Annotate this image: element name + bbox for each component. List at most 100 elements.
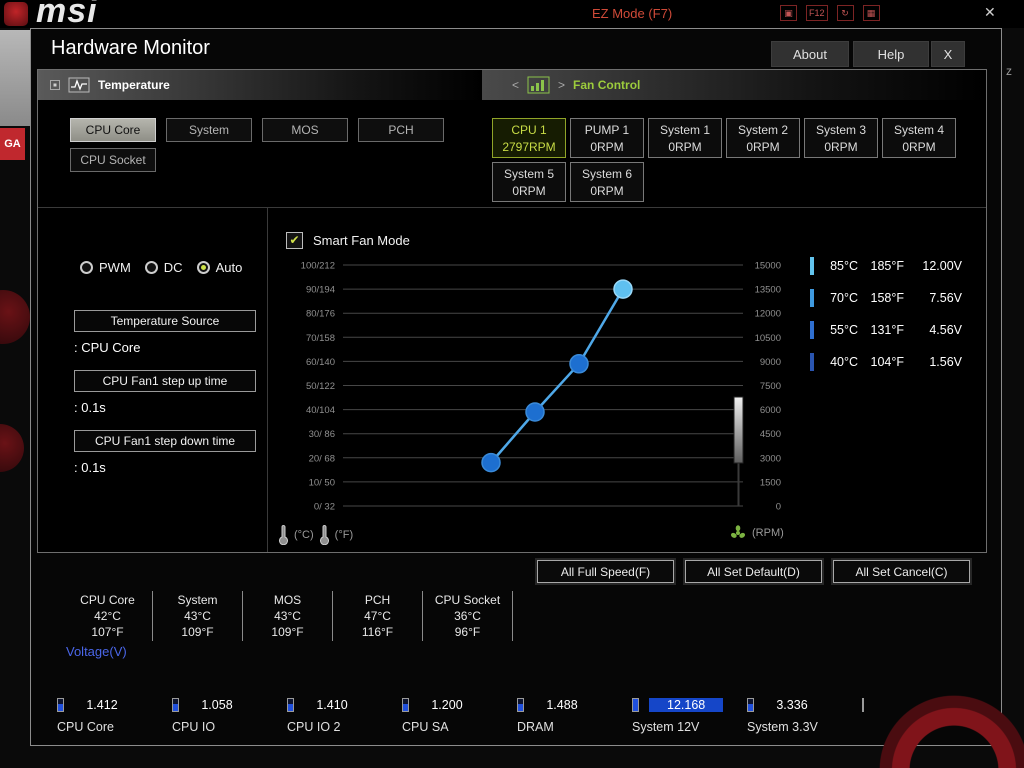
bios-screen: msi EZ Mode (F7) ▣ F12 ↻ ▦ ✕ GA z Hardware …	[0, 0, 1024, 768]
msi-logo: msi	[36, 0, 98, 28]
voltage-value: 1.412	[86, 698, 118, 712]
fan-mode-dc[interactable]: DC	[144, 260, 183, 275]
fan-curve-point-1[interactable]	[525, 402, 545, 422]
fan-mode-auto[interactable]: Auto	[196, 260, 243, 275]
svg-text:90/194: 90/194	[306, 285, 335, 296]
topbar-icon-3[interactable]: ▦	[862, 5, 880, 21]
setting-value: : 0.1s	[74, 460, 106, 475]
voltage-section-label: Voltage(V)	[66, 644, 127, 659]
voltage-bar-icon	[517, 698, 524, 712]
temperature-header: Temperature	[38, 70, 482, 100]
voltage-value: 12.168	[649, 698, 724, 712]
svg-text:60/140: 60/140	[306, 357, 335, 368]
voltage-name: CPU Core	[57, 720, 114, 734]
all-set-default-button[interactable]: All Set Default(D)	[685, 560, 822, 583]
fan-curve-line	[490, 288, 625, 464]
voltage-name: CPU SA	[402, 720, 449, 734]
svg-text:0: 0	[776, 502, 781, 513]
temp-tab-pch[interactable]: PCH	[358, 118, 444, 142]
temp-tab-cpu-socket[interactable]: CPU Socket	[70, 148, 156, 172]
voltage-bar-icon	[57, 698, 64, 712]
monitor-panel: Temperature < > Fan Control CPU Core Syst…	[37, 69, 987, 553]
fan-rpm: 0RPM	[668, 140, 702, 154]
temp-readout-cpu-core: CPU Core 42°C 107°F	[63, 591, 153, 641]
bios-close-icon[interactable]: ✕	[984, 4, 996, 21]
fan-button-pump-1[interactable]: PUMP 1 0RPM	[570, 118, 644, 158]
voltage-bar-icon	[287, 698, 294, 712]
rpm-unit-label: (RPM)	[752, 527, 784, 539]
hardware-monitor-window: Hardware Monitor About Help X Temperatur…	[30, 28, 1002, 746]
topbar-icon-2[interactable]: ↻	[836, 5, 854, 21]
fan-button-cpu-1[interactable]: CPU 1 2797RPM	[492, 118, 566, 158]
fan-button-system-5[interactable]: System 5 0RPM	[492, 162, 566, 202]
voltage-value: 1.410	[316, 698, 348, 712]
next-section-arrow[interactable]: >	[558, 78, 565, 92]
x-axis-units: (°C) (°F)	[278, 525, 353, 545]
fan-name: PUMP 1	[584, 123, 630, 137]
readout-celsius: 47°C	[364, 609, 391, 623]
topbar-icon-1[interactable]: F12	[806, 5, 828, 21]
fan-rpm: 2797RPM	[502, 140, 556, 154]
fan-curve-point-3[interactable]	[613, 279, 633, 299]
legend-color-bar	[810, 256, 814, 275]
voltage-readout-system-3-3v: 3.336 System 3.3V	[747, 697, 862, 734]
fan-rpm: 0RPM	[590, 184, 624, 198]
fan-curve-point-2[interactable]	[569, 354, 589, 374]
fan-button-system-1[interactable]: System 1 0RPM	[648, 118, 722, 158]
about-button[interactable]: About	[771, 41, 849, 67]
voltage-readout-cpu-core: 1.412 CPU Core	[57, 697, 172, 734]
fahrenheit-unit-label: (°F)	[334, 529, 354, 541]
setting-button-cpu-fan1-step-down-time[interactable]: CPU Fan1 step down time	[74, 430, 256, 452]
window-title: Hardware Monitor	[51, 37, 210, 59]
readout-celsius: 43°C	[274, 609, 301, 623]
voltage-readouts: 1.412 CPU Core 1.058 CPU IO 1.410 CPU IO 2 1.2…	[57, 697, 864, 734]
fan-voltage-legend: 85°C 185°F 12.00V 70°C 158°F 7.56V 55°C 131°F 4.…	[810, 256, 962, 384]
svg-text:15000: 15000	[755, 261, 781, 272]
fan-rpm: 0RPM	[746, 140, 780, 154]
y-axis-units: (RPM)	[730, 525, 784, 541]
temp-tab-system[interactable]: System	[166, 118, 252, 142]
temp-tab-mos[interactable]: MOS	[262, 118, 348, 142]
voltage-readout-cpu-io: 1.058 CPU IO	[172, 697, 287, 734]
smart-fan-label: Smart Fan Mode	[313, 233, 410, 248]
fan-name: System 2	[737, 123, 788, 137]
fan-button-system-2[interactable]: System 2 0RPM	[726, 118, 800, 158]
svg-text:40/104: 40/104	[306, 405, 335, 416]
fan-rpm: 0RPM	[512, 184, 546, 198]
mode-label: Auto	[215, 260, 243, 275]
help-button[interactable]: Help	[853, 41, 929, 67]
fan-name: System 1	[659, 123, 710, 137]
thermometer-celsius-icon	[279, 525, 288, 545]
svg-text:100/212: 100/212	[301, 261, 335, 272]
legend-celsius: 85°C	[830, 258, 858, 273]
setting-button-temperature-source[interactable]: Temperature Source	[74, 310, 256, 332]
all-full-speed-button[interactable]: All Full Speed(F)	[537, 560, 674, 583]
mode-label: DC	[163, 260, 183, 275]
smart-fan-checkbox[interactable]: ✔	[286, 232, 303, 249]
voltage-row-end-tick	[862, 698, 864, 712]
fan-button-system-3[interactable]: System 3 0RPM	[804, 118, 878, 158]
fan-name: CPU 1	[511, 123, 547, 137]
fan-curve-point-0[interactable]	[481, 452, 501, 473]
topbar-icons: ▣ F12 ↻ ▦	[780, 5, 880, 21]
setting-button-cpu-fan1-step-up-time[interactable]: CPU Fan1 step up time	[74, 370, 256, 392]
legend-fahrenheit: 104°F	[870, 354, 905, 369]
topbar-icon-0[interactable]: ▣	[780, 5, 797, 21]
fan-button-system-4[interactable]: System 4 0RPM	[882, 118, 956, 158]
vertical-divider	[267, 207, 268, 552]
temp-tab-cpu-core[interactable]: CPU Core	[70, 118, 156, 142]
legend-celsius: 70°C	[830, 290, 858, 305]
svg-text:70/158: 70/158	[306, 333, 335, 344]
temp-readout-pch: PCH 47°C 116°F	[333, 591, 423, 641]
readout-fahrenheit: 107°F	[91, 625, 124, 639]
all-set-cancel-button[interactable]: All Set Cancel(C)	[833, 560, 970, 583]
close-button[interactable]: X	[931, 41, 965, 67]
voltage-bar-icon	[172, 698, 179, 712]
fan-speed-slider[interactable]	[733, 396, 744, 464]
prev-section-arrow[interactable]: <	[512, 78, 519, 92]
fan-button-system-6[interactable]: System 6 0RPM	[570, 162, 644, 202]
ez-mode-label[interactable]: EZ Mode (F7)	[592, 6, 672, 21]
voltage-name: DRAM	[517, 720, 554, 734]
readout-fahrenheit: 116°F	[361, 625, 394, 639]
fan-mode-pwm[interactable]: PWM	[80, 260, 131, 275]
